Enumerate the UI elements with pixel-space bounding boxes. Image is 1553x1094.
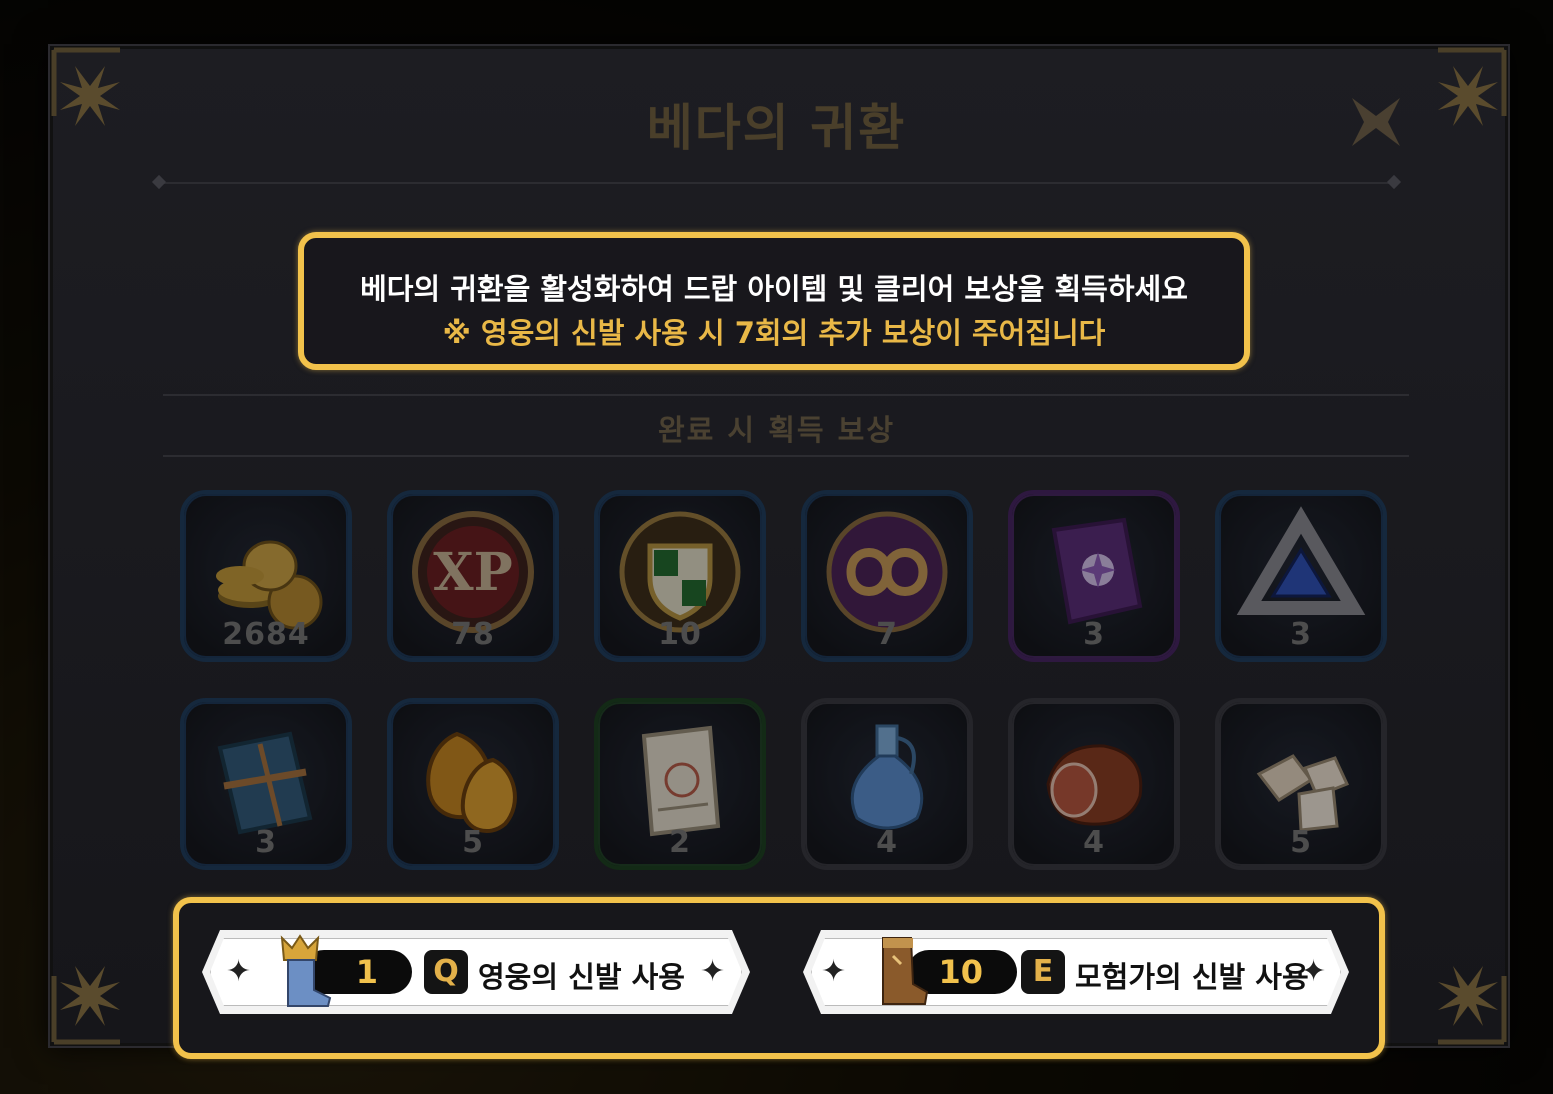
title-divider: [160, 182, 1394, 184]
adventurer-boots-label: 모험가의 신발 사용: [1075, 960, 1309, 994]
close-icon: [1352, 98, 1400, 146]
sparkle-icon: ✦: [821, 954, 847, 989]
close-button[interactable]: [1344, 92, 1408, 152]
reward-slot[interactable]: XP 78: [387, 490, 559, 662]
reward-slot[interactable]: 4: [1008, 698, 1180, 870]
sparkle-icon: ✦: [1301, 954, 1327, 989]
rewards-section-title: 완료 시 획득 보상: [657, 413, 896, 447]
reward-count: 5: [462, 825, 484, 860]
banner-note: ※ 영웅의 신발 사용 시 7회의 추가 보상이 주어집니다: [442, 316, 1106, 350]
adventurer-boots-icon: [871, 932, 931, 1010]
reward-count: 10: [658, 617, 702, 652]
reward-count: 3: [255, 825, 277, 860]
reward-slot[interactable]: 2684: [180, 490, 352, 662]
banner-instruction: 베다의 귀환을 활성화하여 드랍 아이템 및 클리어 보상을 획득하세요: [360, 272, 1188, 306]
hotkey-e: E: [1021, 950, 1065, 994]
sparkle-icon: ✦: [700, 954, 726, 989]
reward-slot[interactable]: 3: [1008, 490, 1180, 662]
hero-boots-label: 영웅의 신발 사용: [478, 960, 685, 994]
reward-slot[interactable]: 5: [1215, 698, 1387, 870]
reward-count: 5: [1290, 825, 1312, 860]
reward-slot[interactable]: 10: [594, 490, 766, 662]
reward-slot[interactable]: 5: [387, 698, 559, 870]
reward-count: 7: [876, 617, 898, 652]
corner-ornament-icon: [50, 916, 180, 1046]
reward-slot[interactable]: 7: [801, 490, 973, 662]
reward-slot[interactable]: 3: [1215, 490, 1387, 662]
reward-count: 3: [1290, 617, 1312, 652]
reward-slot[interactable]: 4: [801, 698, 973, 870]
corner-ornament-icon: [1378, 916, 1508, 1046]
reward-count: 3: [1083, 617, 1105, 652]
reward-count: 2684: [222, 617, 310, 652]
hero-boots-icon: [274, 932, 334, 1010]
reward-count: 78: [451, 617, 495, 652]
dialog-title: 베다의 귀환: [646, 99, 907, 157]
info-banner: 베다의 귀환을 활성화하여 드랍 아이템 및 클리어 보상을 획득하세요 ※ 영…: [298, 232, 1250, 370]
reward-slot[interactable]: 3: [180, 698, 352, 870]
use-hero-boots-button[interactable]: ✦ 1 Q 영웅의 신발 사용 ✦: [202, 930, 750, 1014]
use-adventurer-boots-button[interactable]: ✦ 10 E 모험가의 신발 사용 ✦: [803, 930, 1349, 1014]
reward-count: 2: [669, 825, 691, 860]
reward-slot[interactable]: 2: [594, 698, 766, 870]
sparkle-icon: ✦: [226, 954, 252, 989]
hotkey-q: Q: [424, 950, 468, 994]
section-divider-top: [163, 394, 1409, 396]
section-divider-bottom: [163, 455, 1409, 457]
reward-count: 4: [1083, 825, 1105, 860]
reward-count: 4: [876, 825, 898, 860]
